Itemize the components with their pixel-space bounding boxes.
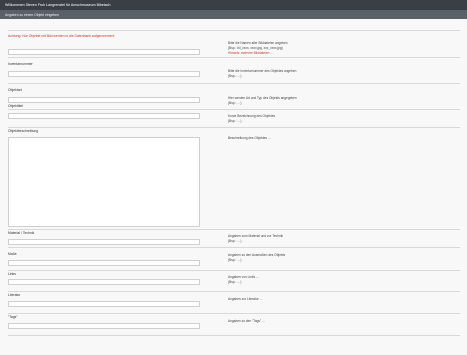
help-text-object-type: Hier werden Art und Typ des Objekts ange… [228, 96, 297, 105]
object-description-textarea[interactable] [8, 137, 200, 227]
help-text-inventory-number: Bitte die Inventarnummer des Objektes an… [228, 69, 297, 78]
row-divider [8, 291, 460, 292]
row-divider [8, 57, 460, 58]
help-text-object-description: Beschreibung des Objektes … [228, 136, 272, 140]
material-technique-label: Material / Technik [8, 231, 35, 235]
row-divider [8, 127, 460, 128]
object-title-label: Objekttitel [8, 104, 24, 108]
row-divider [8, 229, 460, 230]
image-files-input[interactable] [8, 49, 200, 55]
row-divider [8, 247, 460, 248]
inventory-number-label: Inventarnummer [8, 62, 33, 66]
help-text-links: Angaben von Links … (Bsp.: …) [228, 275, 260, 284]
links-label: Links [8, 272, 16, 276]
help-text-material-technique: Angaben zum Material und zur Technik (Bs… [228, 234, 284, 243]
dimensions-input[interactable] [8, 260, 200, 266]
row-divider [8, 83, 460, 84]
help-text-literature: Angaben zur Literatur … [228, 297, 263, 301]
object-title-input[interactable] [8, 113, 200, 119]
dimensions-label: Maße [8, 252, 17, 256]
row-divider [8, 270, 460, 271]
help-text-image-files: Bitte die Namen aller Bilddateien angebe… [228, 41, 288, 55]
inventory-number-input[interactable] [8, 71, 200, 77]
browser-window: Willkommen Steven Fruh Langrenstel für A… [0, 0, 467, 355]
help-text-tags: Angaben zu den "Tags" … [228, 319, 266, 323]
tags-input[interactable] [8, 323, 200, 329]
row-divider [8, 109, 460, 110]
row-divider [8, 335, 460, 336]
literature-label: Literatur [8, 293, 21, 297]
object-type-label: Objektart [8, 88, 22, 92]
literature-input[interactable] [8, 301, 200, 307]
links-input[interactable] [8, 279, 200, 285]
row-divider [8, 30, 460, 31]
page-subtitle: Angaben zu einem Objekt eingeben [0, 10, 467, 19]
help-text-object-title: Kurze Bezeichnung des Objektes (Bsp.: …) [228, 114, 276, 123]
window-title: Willkommen Steven Fruh Langrenstel für A… [0, 0, 467, 10]
row-divider [8, 313, 460, 314]
help-text-dimensions: Angaben zu den Ausmaßen des Objekts (Bsp… [228, 253, 286, 262]
material-technique-input[interactable] [8, 239, 200, 245]
object-entry-form: Achtung: Nur Objekte mit Bild werden in … [0, 21, 467, 355]
tags-label: "Tags" [8, 315, 18, 319]
object-description-label: Objektbeschreibung [8, 129, 39, 133]
object-type-input[interactable] [8, 97, 200, 103]
image-required-notice: Achtung: Nur Objekte mit Bild werden in … [8, 34, 115, 38]
